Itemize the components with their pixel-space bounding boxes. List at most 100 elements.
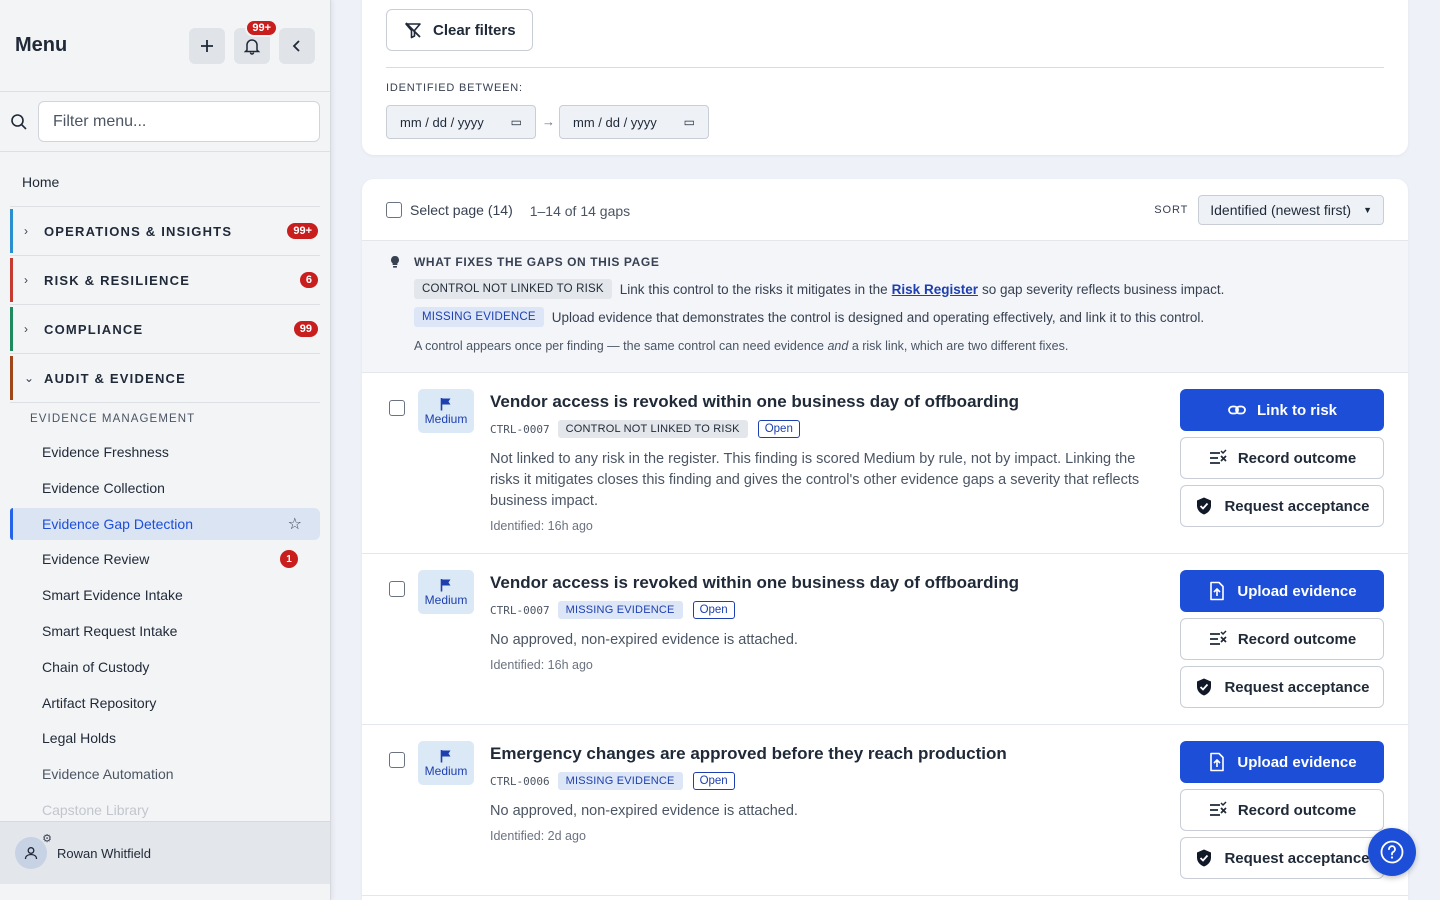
gap-actions: Upload evidence Record outcome Request a… [1180,741,1384,885]
calendar-icon[interactable]: ▭ [684,115,695,129]
sidebar-title: Menu [15,34,68,56]
request-acceptance-button[interactable]: Request acceptance [1180,485,1384,527]
gap-checkbox[interactable] [389,400,405,416]
divider [386,67,1384,68]
add-button[interactable] [189,27,225,64]
filter-off-icon [405,22,421,39]
sidebar-section-risk-resilience[interactable]: › RISK & RESILIENCE 6 [10,255,320,304]
sidebar-item-chain-of-custody[interactable]: Chain of Custody [0,649,330,685]
request-acceptance-button[interactable]: Request acceptance [1180,837,1384,879]
gap-title[interactable]: Vendor access is revoked within one busi… [490,392,1019,412]
link-to-risk-button[interactable]: Link to risk [1180,389,1384,431]
section-label: OPERATIONS & INSIGHTS [44,223,233,239]
date-from-input[interactable]: mm / dd / yyyy ▭ [386,105,536,139]
flag-icon [440,397,451,410]
risk-register-link[interactable]: Risk Register [892,282,978,297]
select-page-checkbox[interactable] [386,201,402,218]
chevron-right-icon: › [24,224,28,238]
sidebar-item-artifact-repository[interactable]: Artifact Repository [0,685,330,721]
gap-row: Medium Emergency changes are approved be… [362,725,1408,896]
sidebar-item-label: Evidence Collection [42,479,165,496]
section-label: AUDIT & EVIDENCE [44,370,186,386]
hint-text: so gap severity reflects business impact… [981,281,1225,297]
hint-note-emphasis: and [827,339,849,353]
gap-type-tag: MISSING EVIDENCE [557,772,683,790]
notifications-button[interactable]: 99+ [234,18,278,64]
calendar-icon[interactable]: ▭ [511,115,522,129]
gap-checkbox[interactable] [389,752,405,768]
avatar: ⚙ [15,833,52,869]
sort-select[interactable]: Identified (newest first) ▼ [1198,194,1384,225]
chevron-down-icon: ⌄ [24,371,35,385]
severity-badge: Medium [418,570,474,614]
hint-title: WHAT FIXES THE GAPS ON THIS PAGE [388,255,1408,269]
severity-badge: Medium [418,741,474,785]
control-code: CTRL-0006 [490,774,550,788]
gap-actions: Upload evidence Record outcome Request a… [1180,570,1384,714]
record-outcome-button[interactable]: Record outcome [1180,618,1384,660]
control-code: CTRL-0007 [490,422,550,436]
sidebar-section-operations-insights[interactable]: › OPERATIONS & INSIGHTS 99+ [10,206,320,255]
gap-actions: Link to risk Record outcome Request acce… [1180,389,1384,533]
date-to-input[interactable]: mm / dd / yyyy ▭ [559,105,709,139]
link-icon [1228,405,1246,415]
hint-row-evidence: MISSING EVIDENCE Upload evidence that de… [414,307,1408,327]
upload-evidence-button[interactable]: Upload evidence [1180,570,1384,612]
record-outcome-button[interactable]: Record outcome [1180,789,1384,831]
chevron-right-icon: › [24,322,28,336]
section-color-bar [10,258,13,302]
sidebar-item-label: Capstone Library [42,802,149,819]
help-button[interactable] [1368,828,1416,876]
gap-row: Medium Vendor access is revoked within o… [362,373,1408,554]
sidebar-item-label: Evidence Review [42,551,150,568]
sidebar-item-evidence-review[interactable]: Evidence Review 1 [0,542,330,578]
upload-evidence-button[interactable]: Upload evidence [1180,741,1384,783]
clear-filters-label: Clear filters [433,21,516,39]
request-acceptance-button[interactable]: Request acceptance [1180,666,1384,708]
section-color-bar [10,209,13,253]
sidebar-item-legal-holds[interactable]: Legal Holds [0,721,330,757]
sidebar-item-home[interactable]: Home [0,152,330,206]
sidebar-item-smart-request-intake[interactable]: Smart Request Intake [0,613,330,649]
gap-title[interactable]: Emergency changes are approved before th… [490,744,1007,764]
user-name: Rowan Whitfield [57,845,151,861]
gap-description: No approved, non-expired evidence is att… [490,803,798,819]
missing-evidence-tag: MISSING EVIDENCE [414,307,544,327]
filter-menu-input[interactable] [38,101,320,142]
notification-badge: 99+ [245,18,278,37]
sidebar-section-compliance[interactable]: › COMPLIANCE 99 [10,304,320,353]
identified-between-label: IDENTIFIED BETWEEN: [386,82,523,94]
hint-title-text: WHAT FIXES THE GAPS ON THIS PAGE [414,255,660,269]
filters-card: Clear filters IDENTIFIED BETWEEN: mm / d… [362,0,1408,155]
sidebar-item-smart-evidence-intake[interactable]: Smart Evidence Intake [0,577,330,613]
gap-row: Medium Vendor access is revoked within o… [362,554,1408,725]
action-label: Record outcome [1237,630,1357,648]
sidebar-item-evidence-freshness[interactable]: Evidence Freshness [0,434,330,470]
list-check-icon [1209,801,1227,816]
favorite-star-icon[interactable]: ☆ [288,514,302,534]
sidebar-item-evidence-gap-detection[interactable]: Evidence Gap Detection ☆ [10,507,320,540]
hint-note: A control appears once per finding — the… [414,339,1408,353]
sort-label: SORT [1154,203,1189,216]
section-label: COMPLIANCE [44,321,144,337]
list-check-icon [1209,449,1227,464]
clear-filters-button[interactable]: Clear filters [386,9,533,51]
gap-type-tag: MISSING EVIDENCE [557,601,683,619]
user-profile[interactable]: ⚙ Rowan Whitfield [0,821,330,884]
hint-row-risk: CONTROL NOT LINKED TO RISK Link this con… [414,279,1408,299]
sidebar-section-audit-evidence[interactable]: ⌄ AUDIT & EVIDENCE [10,353,320,402]
status-badge: Open [757,420,800,438]
gap-title[interactable]: Vendor access is revoked within one busi… [490,573,1019,593]
gap-type-tag: CONTROL NOT LINKED TO RISK [557,420,748,438]
collapse-sidebar-button[interactable] [279,27,315,64]
action-label: Record outcome [1237,449,1357,467]
severity-label: Medium [424,592,468,607]
sidebar-item-evidence-automation[interactable]: Evidence Automation [0,756,330,792]
record-outcome-button[interactable]: Record outcome [1180,437,1384,479]
gap-checkbox[interactable] [389,581,405,597]
list-check-icon [1209,630,1227,645]
bell-icon [243,38,261,55]
sidebar-item-evidence-collection[interactable]: Evidence Collection [0,470,330,506]
gap-description: Not linked to any risk in the register. … [490,451,1140,509]
identified-time: Identified: 16h ago [490,519,593,533]
